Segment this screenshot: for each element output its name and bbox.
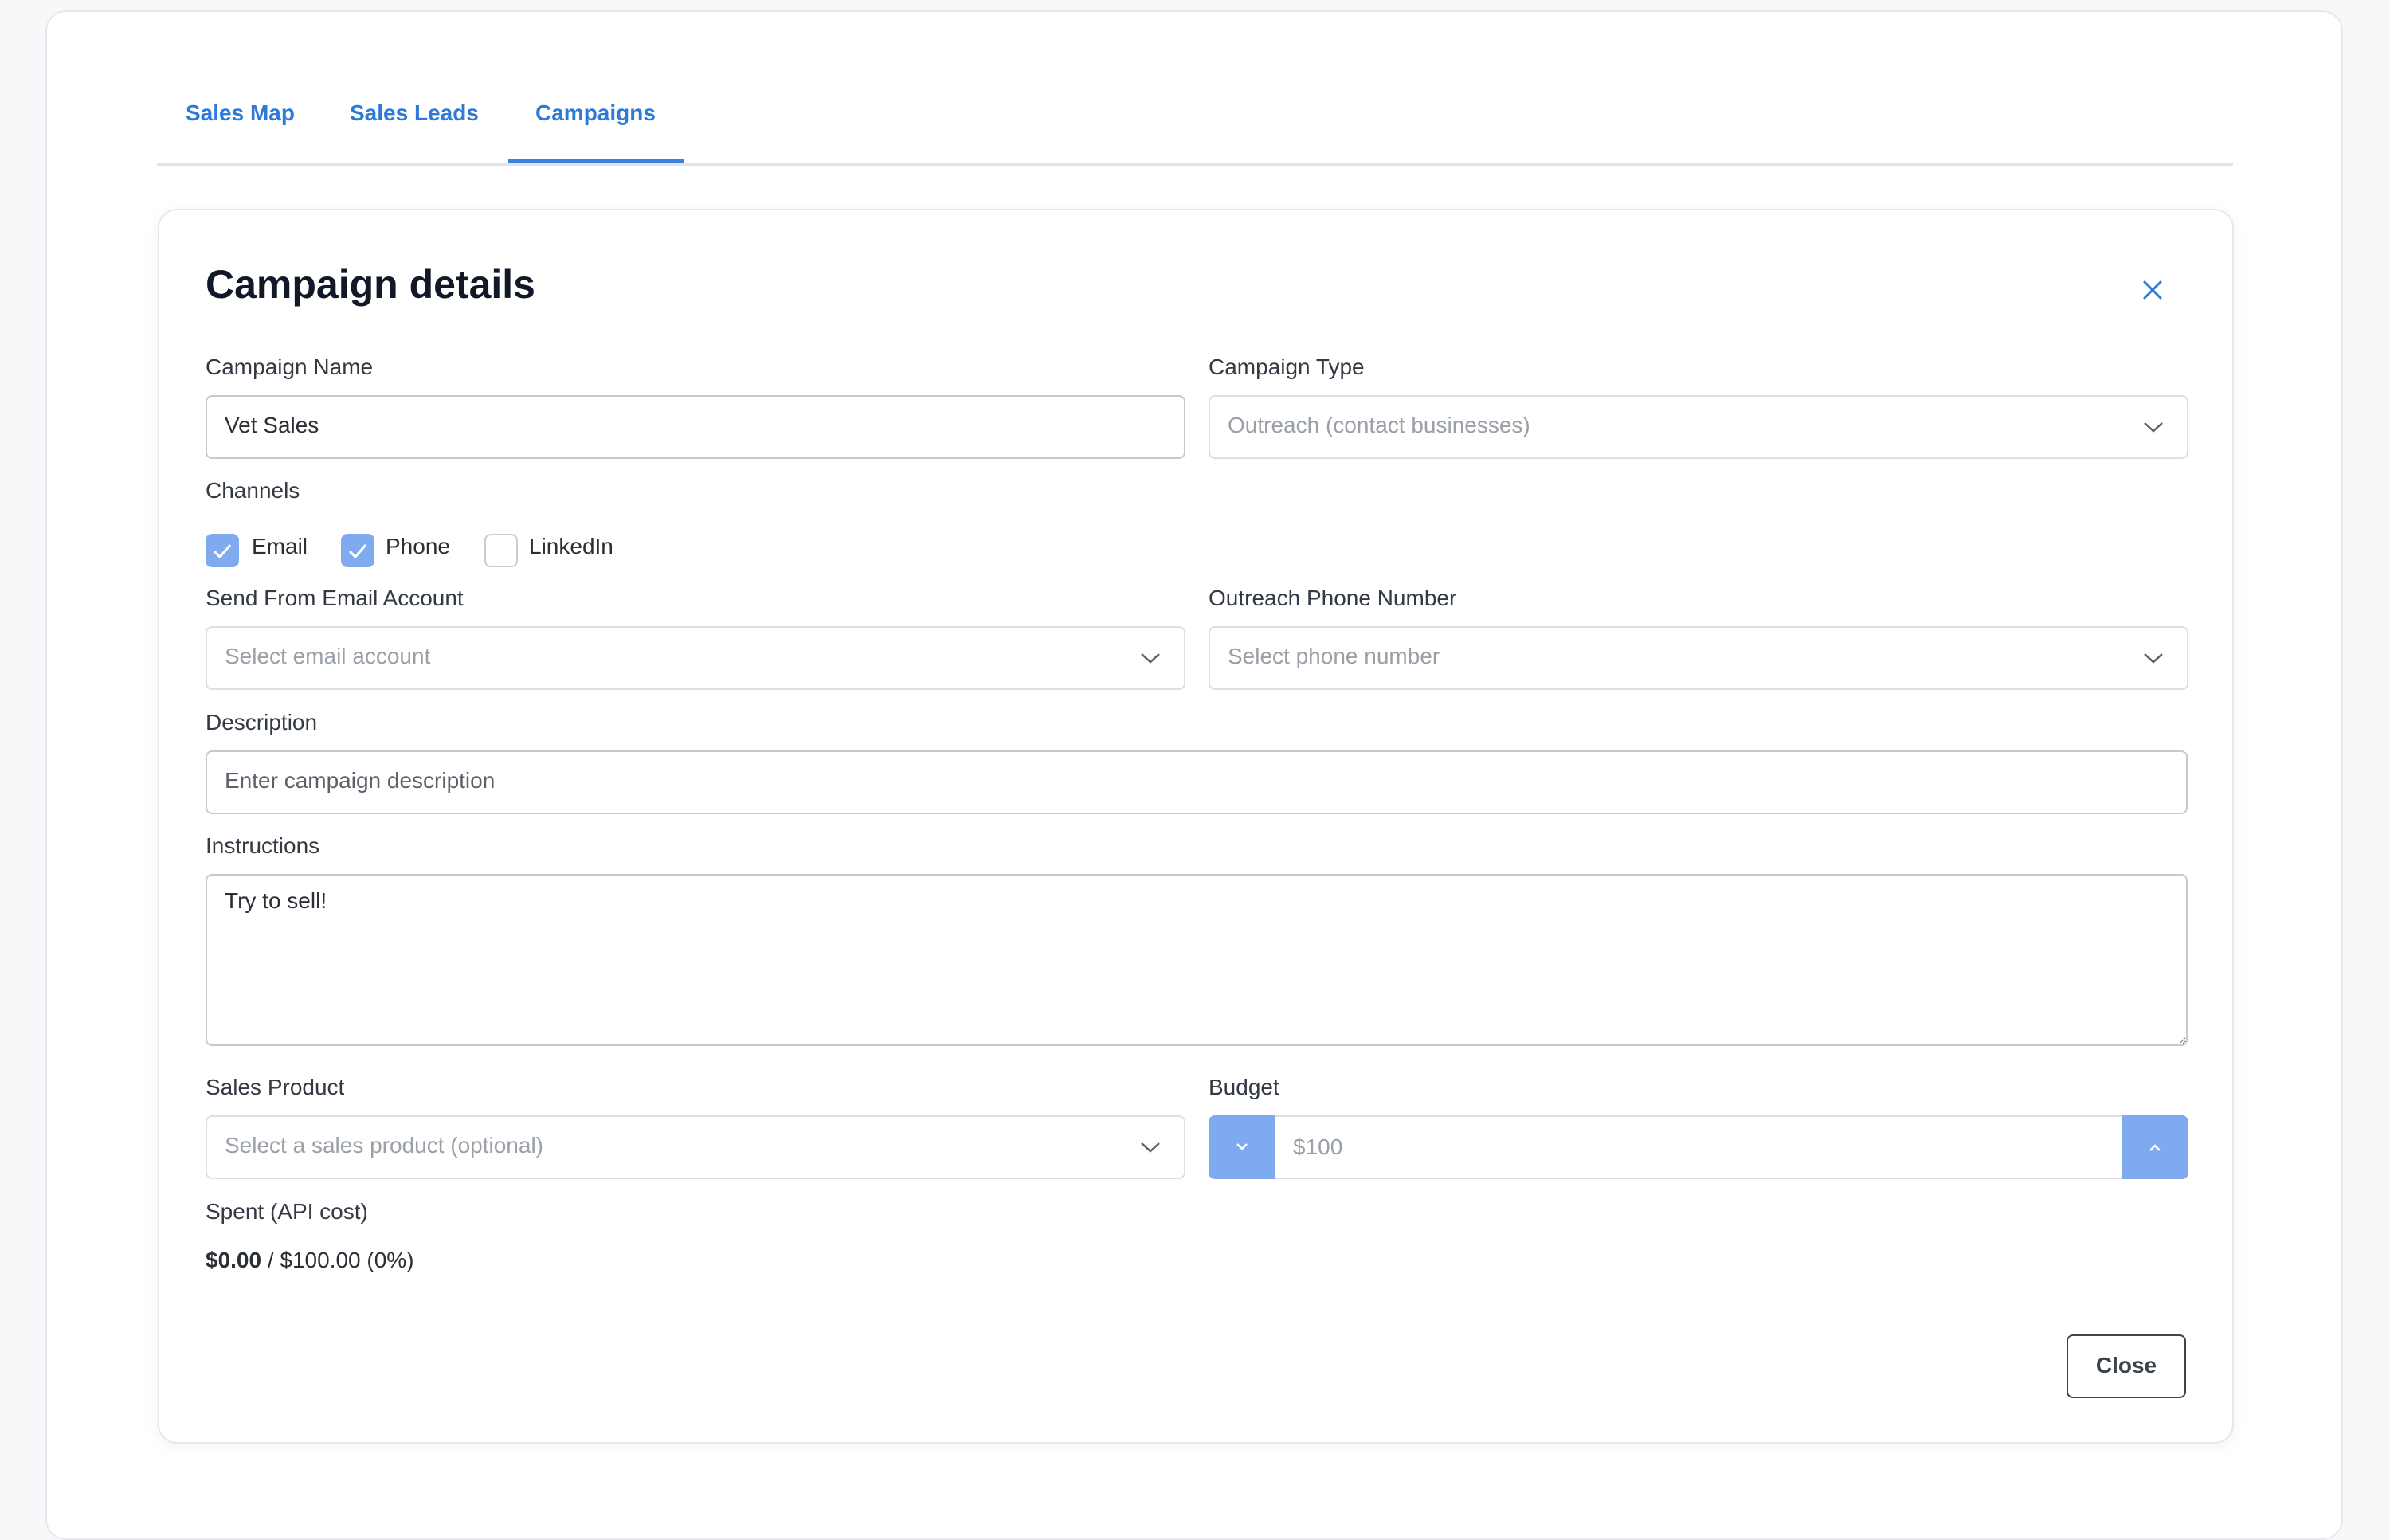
budget-stepper: $100	[1209, 1115, 2188, 1179]
phone-number-label: Outreach Phone Number	[1209, 586, 1457, 610]
sales-product-label: Sales Product	[206, 1075, 345, 1099]
chevron-down-icon	[1236, 1143, 1248, 1150]
campaign-name-input[interactable]: Vet Sales	[206, 395, 1185, 459]
phone-channel-label: Phone	[386, 534, 450, 558]
chevron-down-icon	[2144, 653, 2163, 664]
campaign-name-label: Campaign Name	[206, 355, 374, 379]
instructions-textarea[interactable]	[206, 874, 2188, 1046]
chevron-down-icon	[1141, 1142, 1160, 1153]
email-account-placeholder: Select email account	[225, 644, 431, 668]
campaign-type-select[interactable]: Outreach (contact businesses)	[1209, 395, 2188, 459]
phone-number-placeholder: Select phone number	[1228, 644, 1440, 668]
chevron-down-icon	[1141, 653, 1160, 664]
spent-amount: $0.00	[206, 1248, 262, 1272]
spent-value: $0.00 / $100.00 (0%)	[206, 1248, 414, 1273]
campaign-type-label: Campaign Type	[1209, 355, 1365, 379]
chevron-down-icon	[2144, 422, 2163, 433]
description-label: Description	[206, 710, 318, 735]
email-account-label: Send From Email Account	[206, 586, 464, 610]
phone-checkbox[interactable]	[341, 534, 374, 567]
tab-campaigns[interactable]: Campaigns	[535, 100, 656, 126]
active-tab-indicator	[508, 159, 684, 163]
budget-increment-button[interactable]	[2122, 1115, 2188, 1179]
linkedin-channel-label: LinkedIn	[529, 534, 613, 558]
campaign-details-card: Campaign details Campaign Name Vet Sales…	[158, 209, 2234, 1444]
phone-number-select[interactable]: Select phone number	[1209, 626, 2188, 690]
budget-label: Budget	[1209, 1075, 1279, 1099]
budget-input[interactable]: $100	[1275, 1115, 2122, 1179]
check-icon	[213, 544, 232, 559]
email-account-select[interactable]: Select email account	[206, 626, 1185, 690]
chevron-up-icon	[2149, 1144, 2161, 1151]
tab-sales-leads[interactable]: Sales Leads	[350, 100, 479, 126]
sales-product-placeholder: Select a sales product (optional)	[225, 1133, 543, 1158]
email-channel-label: Email	[252, 534, 308, 558]
sales-product-select[interactable]: Select a sales product (optional)	[206, 1115, 1185, 1179]
budget-decrement-button[interactable]	[1209, 1115, 1275, 1179]
close-icon[interactable]	[2137, 274, 2169, 306]
campaign-type-value: Outreach (contact businesses)	[1228, 413, 1530, 437]
instructions-label: Instructions	[206, 833, 320, 858]
spent-label: Spent (API cost)	[206, 1199, 368, 1224]
close-button[interactable]: Close	[2067, 1334, 2186, 1398]
spent-total: / $100.00 (0%)	[261, 1248, 414, 1272]
description-input[interactable]: Enter campaign description	[206, 750, 2188, 814]
channels-label: Channels	[206, 478, 300, 503]
tab-sales-map[interactable]: Sales Map	[186, 100, 295, 126]
check-icon	[348, 544, 367, 559]
card-title: Campaign details	[206, 262, 535, 307]
linkedin-checkbox[interactable]	[484, 534, 518, 567]
email-checkbox[interactable]	[206, 534, 239, 567]
tab-bar: Sales Map Sales Leads Campaigns	[157, 0, 2233, 166]
